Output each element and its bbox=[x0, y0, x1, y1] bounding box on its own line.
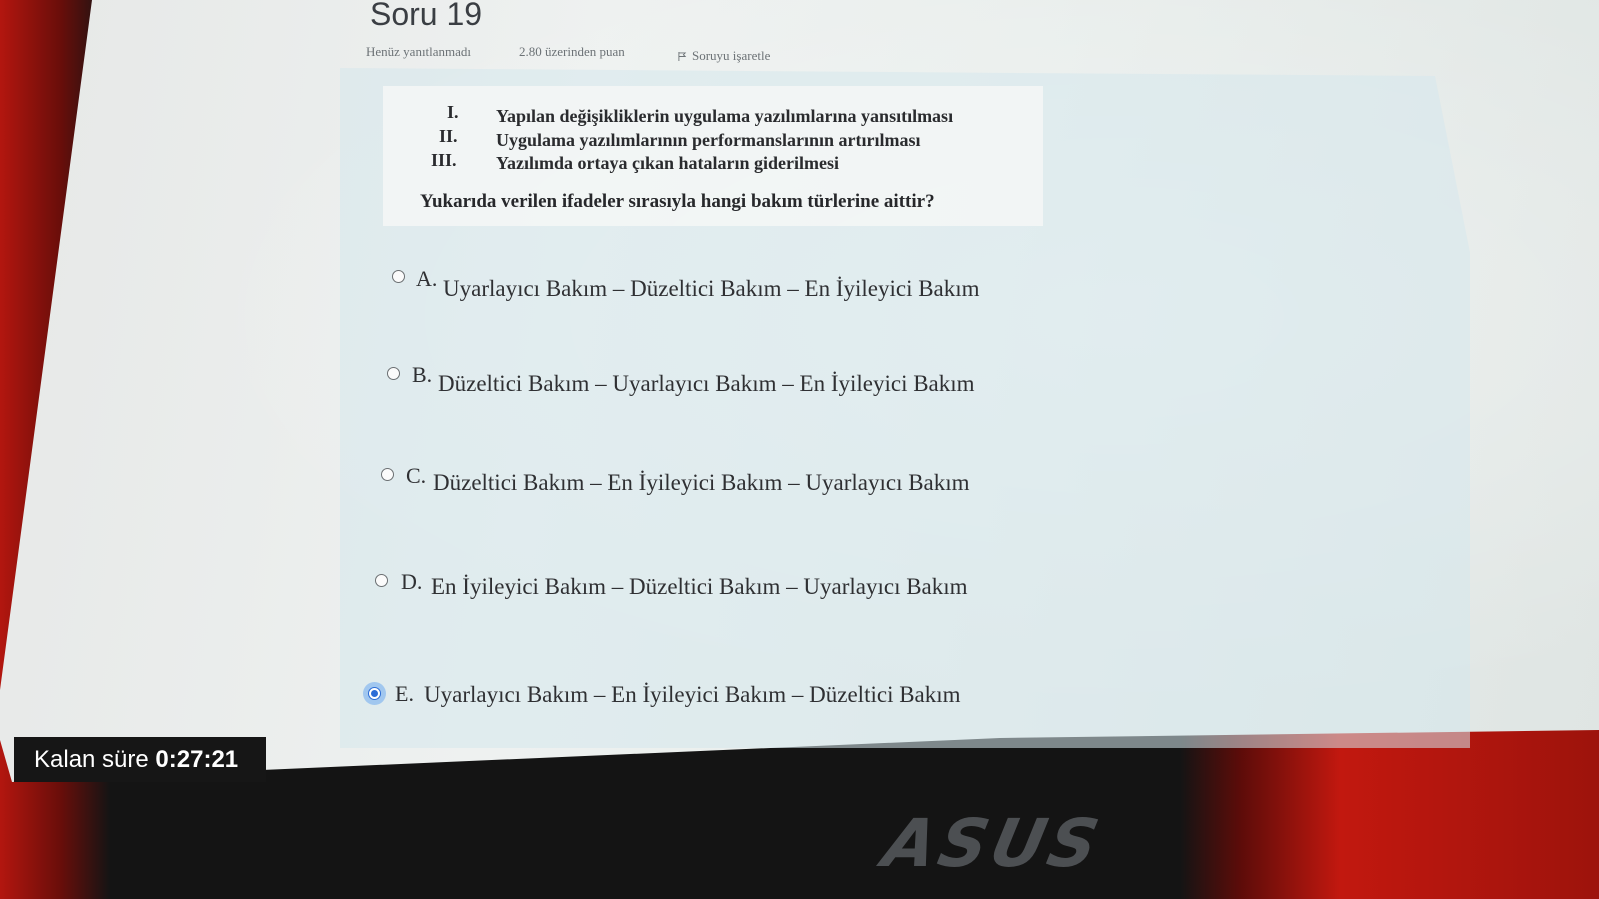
flag-icon bbox=[678, 52, 687, 61]
timer-value: 0:27:21 bbox=[155, 746, 239, 773]
option-letter: A. bbox=[416, 266, 438, 291]
option-text: Düzeltici Bakım – Uyarlayıcı Bakım – En … bbox=[438, 371, 975, 396]
option-letter: D. bbox=[401, 569, 423, 594]
radio-button[interactable] bbox=[392, 270, 405, 283]
option-text: Uyarlayıcı Bakım – En İyileyici Bakım – … bbox=[424, 682, 961, 707]
option-text: Uyarlayıcı Bakım – Düzeltici Bakım – En … bbox=[443, 276, 980, 301]
radio-button[interactable] bbox=[375, 574, 388, 587]
item-text: Yapılan değişikliklerin uygulama yazılım… bbox=[496, 106, 954, 126]
item-number: I. bbox=[447, 102, 459, 122]
timer-label: Kalan süre bbox=[34, 746, 149, 773]
item-text: Uygulama yazılımlarının performanslarını… bbox=[496, 130, 921, 150]
radio-button[interactable] bbox=[381, 468, 394, 481]
option-text: En İyileyici Bakım – Düzeltici Bakım – U… bbox=[431, 574, 968, 599]
laptop-brand-logo: ASUS bbox=[876, 805, 1109, 882]
flag-question-link[interactable]: Soruyu işaretle bbox=[678, 48, 770, 64]
answer-status: Henüz yanıtlanmadı bbox=[366, 44, 472, 59]
flag-question-label: Soruyu işaretle bbox=[692, 48, 771, 63]
radio-button-selected[interactable] bbox=[368, 687, 381, 700]
points-info: 2.80 üzerinden puan bbox=[519, 44, 625, 59]
item-text: Yazılımda ortaya çıkan hataların gideril… bbox=[496, 153, 839, 173]
question-prompt: Yukarıda verilen ifadeler sırasıyla hang… bbox=[420, 191, 935, 212]
item-number: III. bbox=[431, 150, 457, 170]
question-title: Soru 19 bbox=[370, 0, 483, 32]
item-number: II. bbox=[439, 126, 458, 146]
quiz-page: Soru 19 Henüz yanıtlanmadı 2.80 üzerinde… bbox=[0, 0, 1599, 790]
option-letter: C. bbox=[406, 463, 427, 488]
option-letter: B. bbox=[412, 362, 433, 387]
radio-button[interactable] bbox=[387, 367, 400, 380]
option-text: Düzeltici Bakım – En İyileyici Bakım – U… bbox=[433, 470, 970, 495]
option-letter: E. bbox=[395, 681, 414, 706]
remaining-time-panel: Kalan süre 0:27:21 bbox=[14, 737, 266, 782]
